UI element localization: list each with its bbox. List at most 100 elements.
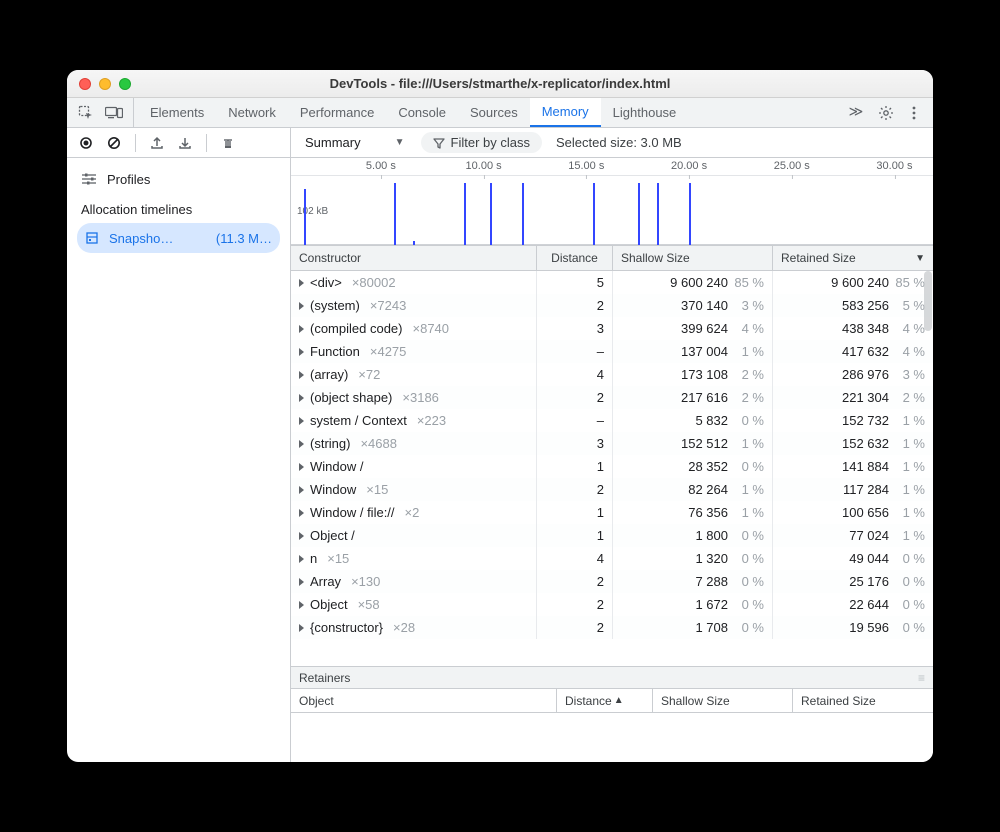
view-mode-select[interactable]: Summary ▼ <box>301 133 407 152</box>
tab-network[interactable]: Network <box>216 98 288 127</box>
table-row[interactable]: Object×5821 6720 %22 6440 % <box>291 593 933 616</box>
col-shallow-size[interactable]: Shallow Size <box>613 246 773 270</box>
table-row[interactable]: <div>×8000259 600 24085 %9 600 24085 % <box>291 271 933 294</box>
constructors-table: Constructor Distance Shallow Size Retain… <box>291 246 933 666</box>
retained-size-cell: 25 1760 % <box>773 570 933 593</box>
more-tabs-button[interactable]: ≫ <box>843 98 869 124</box>
zoom-window-button[interactable] <box>119 78 131 90</box>
ret-col-object[interactable]: Object <box>291 689 557 712</box>
chevron-down-icon: ▼ <box>395 137 405 148</box>
distance-cell: – <box>537 340 613 363</box>
table-row[interactable]: Object /11 8000 %77 0241 % <box>291 524 933 547</box>
table-row[interactable]: Window / file://×2176 3561 %100 6561 % <box>291 501 933 524</box>
pane-menu-icon[interactable]: ≡ <box>918 671 925 685</box>
disclosure-triangle-icon[interactable] <box>299 601 304 609</box>
memory-toolbar: Summary ▼ Filter by class Selected size:… <box>67 128 933 158</box>
disclosure-triangle-icon[interactable] <box>299 624 304 632</box>
allocation-spike <box>522 183 524 245</box>
retained-size-cell: 77 0241 % <box>773 524 933 547</box>
table-row[interactable]: (array)×724173 1082 %286 9763 % <box>291 363 933 386</box>
close-window-button[interactable] <box>79 78 91 90</box>
distance-cell: 1 <box>537 524 613 547</box>
table-row[interactable]: Window×15282 2641 %117 2841 % <box>291 478 933 501</box>
scrollbar-thumb[interactable] <box>924 271 932 331</box>
tab-console[interactable]: Console <box>386 98 458 127</box>
col-distance[interactable]: Distance <box>537 246 613 270</box>
distance-cell: 4 <box>537 547 613 570</box>
disclosure-triangle-icon[interactable] <box>299 509 304 517</box>
table-row[interactable]: Window /128 3520 %141 8841 % <box>291 455 933 478</box>
tab-lighthouse[interactable]: Lighthouse <box>601 98 689 127</box>
shallow-size-cell: 28 3520 % <box>613 455 773 478</box>
allocation-spike <box>394 183 396 245</box>
clear-button[interactable] <box>101 130 127 156</box>
allocation-spike <box>689 183 691 245</box>
disclosure-triangle-icon[interactable] <box>299 302 304 310</box>
table-row[interactable]: Array×13027 2880 %25 1760 % <box>291 570 933 593</box>
retainers-header-row: Object Distance▲ Shallow Size Retained S… <box>291 689 933 713</box>
disclosure-triangle-icon[interactable] <box>299 555 304 563</box>
table-row[interactable]: Function×4275–137 0041 %417 6324 % <box>291 340 933 363</box>
device-toolbar-icon[interactable] <box>101 100 127 126</box>
devtools-window: DevTools - file:///Users/stmarthe/x-repl… <box>67 70 933 762</box>
distance-cell: 2 <box>537 386 613 409</box>
col-retained-size[interactable]: Retained Size ▼ <box>773 246 933 270</box>
shallow-size-cell: 137 0041 % <box>613 340 773 363</box>
timeline-tick: 20.00 s <box>671 160 707 172</box>
allocation-timeline[interactable]: 5.00 s10.00 s15.00 s20.00 s25.00 s30.00 … <box>291 158 933 246</box>
ret-col-distance[interactable]: Distance▲ <box>557 689 653 712</box>
disclosure-triangle-icon[interactable] <box>299 440 304 448</box>
ret-col-retained[interactable]: Retained Size <box>793 689 933 712</box>
instance-count: ×15 <box>362 482 388 497</box>
table-row[interactable]: (object shape)×31862217 6162 %221 3042 % <box>291 386 933 409</box>
disclosure-triangle-icon[interactable] <box>299 279 304 287</box>
minimize-window-button[interactable] <box>99 78 111 90</box>
settings-gear-icon[interactable] <box>873 100 899 126</box>
record-button[interactable] <box>73 130 99 156</box>
constructor-name: system / Context <box>310 413 407 428</box>
sort-indicator-icon: ▼ <box>915 253 925 264</box>
instance-count: ×130 <box>347 574 380 589</box>
shallow-size-cell: 1 6720 % <box>613 593 773 616</box>
table-row[interactable]: n×1541 3200 %49 0440 % <box>291 547 933 570</box>
retained-size-cell: 49 0440 % <box>773 547 933 570</box>
disclosure-triangle-icon[interactable] <box>299 532 304 540</box>
shallow-size-cell: 9 600 24085 % <box>613 271 773 294</box>
disclosure-triangle-icon[interactable] <box>299 486 304 494</box>
retained-size-cell: 19 5960 % <box>773 616 933 639</box>
tab-elements[interactable]: Elements <box>138 98 216 127</box>
constructor-name: Array <box>310 574 341 589</box>
allocation-spike <box>657 183 659 245</box>
table-body[interactable]: <div>×8000259 600 24085 %9 600 24085 %(s… <box>291 271 933 666</box>
ret-col-shallow[interactable]: Shallow Size <box>653 689 793 712</box>
snapshot-item[interactable]: Snapsho… (11.3 M… <box>77 223 280 253</box>
disclosure-triangle-icon[interactable] <box>299 394 304 402</box>
tab-sources[interactable]: Sources <box>458 98 530 127</box>
tab-performance[interactable]: Performance <box>288 98 386 127</box>
disclosure-triangle-icon[interactable] <box>299 325 304 333</box>
retainers-title: Retainers ≡ <box>291 667 933 689</box>
garbage-collect-icon[interactable] <box>215 130 241 156</box>
export-icon[interactable] <box>144 130 170 156</box>
table-row[interactable]: (string)×46883152 5121 %152 6321 % <box>291 432 933 455</box>
disclosure-triangle-icon[interactable] <box>299 463 304 471</box>
profiles-sidebar: Profiles Allocation timelines Snapsho… (… <box>67 158 291 762</box>
disclosure-triangle-icon[interactable] <box>299 348 304 356</box>
shallow-size-cell: 173 1082 % <box>613 363 773 386</box>
profiles-section[interactable]: Profiles <box>67 164 290 194</box>
disclosure-triangle-icon[interactable] <box>299 417 304 425</box>
table-row[interactable]: system / Context×223–5 8320 %152 7321 % <box>291 409 933 432</box>
table-row[interactable]: {constructor}×2821 7080 %19 5960 % <box>291 616 933 639</box>
retained-size-cell: 141 8841 % <box>773 455 933 478</box>
constructor-name: Window <box>310 482 356 497</box>
disclosure-triangle-icon[interactable] <box>299 578 304 586</box>
table-row[interactable]: (system)×72432370 1403 %583 2565 % <box>291 294 933 317</box>
kebab-menu-icon[interactable] <box>901 100 927 126</box>
table-row[interactable]: (compiled code)×87403399 6244 %438 3484 … <box>291 317 933 340</box>
inspect-element-icon[interactable] <box>73 100 99 126</box>
disclosure-triangle-icon[interactable] <box>299 371 304 379</box>
import-icon[interactable] <box>172 130 198 156</box>
col-constructor[interactable]: Constructor <box>291 246 537 270</box>
class-filter-input[interactable]: Filter by class <box>421 132 542 153</box>
tab-memory[interactable]: Memory <box>530 98 601 127</box>
